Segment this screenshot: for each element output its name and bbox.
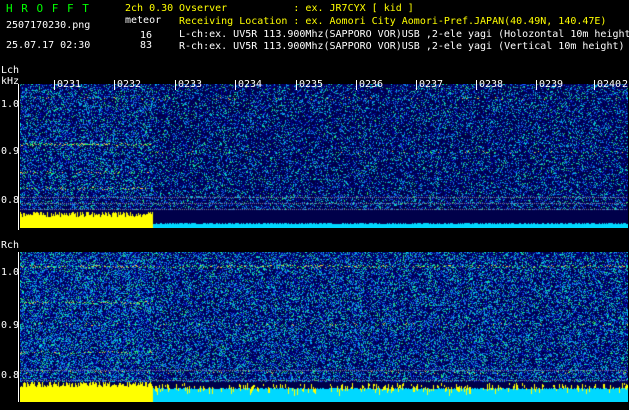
rch-axis: [18, 252, 19, 402]
lch-info-line: L-ch:ex. UV5R 113.900Mhz(SAPPORO VOR)USB…: [179, 29, 629, 40]
datetime-label: 25.07.17 02:30: [6, 40, 91, 51]
time-tick-0235: [296, 80, 297, 90]
time-tick-0236: [356, 80, 357, 90]
rch-info-line: R-ch:ex. UV5R 113.900Mhz(SAPPORO VOR)USB…: [179, 41, 625, 52]
time-label-0234: 0234: [238, 79, 263, 90]
rch-tick-1-0: 1.0: [1, 267, 20, 278]
time-tick-0234: [235, 80, 236, 90]
lch-tick-0-8: 0.8: [1, 195, 20, 206]
lch-tick-1-0: 1.0: [1, 99, 20, 110]
lch-axis: [18, 84, 19, 230]
observer-line: Ovserver : ex. JR7CYX [ kid ]: [179, 3, 414, 14]
time-tick-0231: [54, 80, 55, 90]
rch-label: Rch: [1, 240, 20, 251]
time-tick-0232: [114, 80, 115, 90]
time-label-0233: 0233: [178, 79, 203, 90]
lch-unit: kHz: [1, 76, 20, 87]
time-tick-0237: [416, 80, 417, 90]
time-label-0238: 0238: [479, 79, 504, 90]
rch-tick-0-9: 0.9: [1, 320, 20, 331]
filename-label: 2507170230.png: [6, 20, 91, 31]
time-label-0239: 0239: [539, 79, 564, 90]
time-label-0240: 0240: [597, 79, 622, 90]
time-label-0232: 0232: [117, 79, 142, 90]
rch-meteor-count: 83: [139, 40, 152, 51]
rch-tick-0-8: 0.8: [1, 370, 20, 381]
time-label-0236: 0236: [359, 79, 384, 90]
hroft-window: H R O F F T 2ch 0.30 2507170230.png mete…: [0, 0, 629, 410]
time-tick-0239: [536, 80, 537, 90]
timeline-right-marker: 2: [622, 79, 629, 90]
time-label-0235: 0235: [299, 79, 324, 90]
time-tick-0238: [476, 80, 477, 90]
time-tick-0240: [594, 80, 595, 90]
time-label-0237: 0237: [419, 79, 444, 90]
rch-spectrogram: [20, 252, 628, 402]
time-label-0231: 0231: [57, 79, 82, 90]
lch-spectrogram: [20, 84, 628, 228]
meteor-label: meteor: [125, 15, 162, 26]
time-tick-0233: [175, 80, 176, 90]
mode-label: 2ch 0.30: [125, 3, 174, 14]
location-line: Receiving Location : ex. Aomori City Aom…: [179, 16, 607, 27]
brand-title: H R O F F T: [6, 2, 90, 15]
lch-tick-0-9: 0.9: [1, 146, 20, 157]
